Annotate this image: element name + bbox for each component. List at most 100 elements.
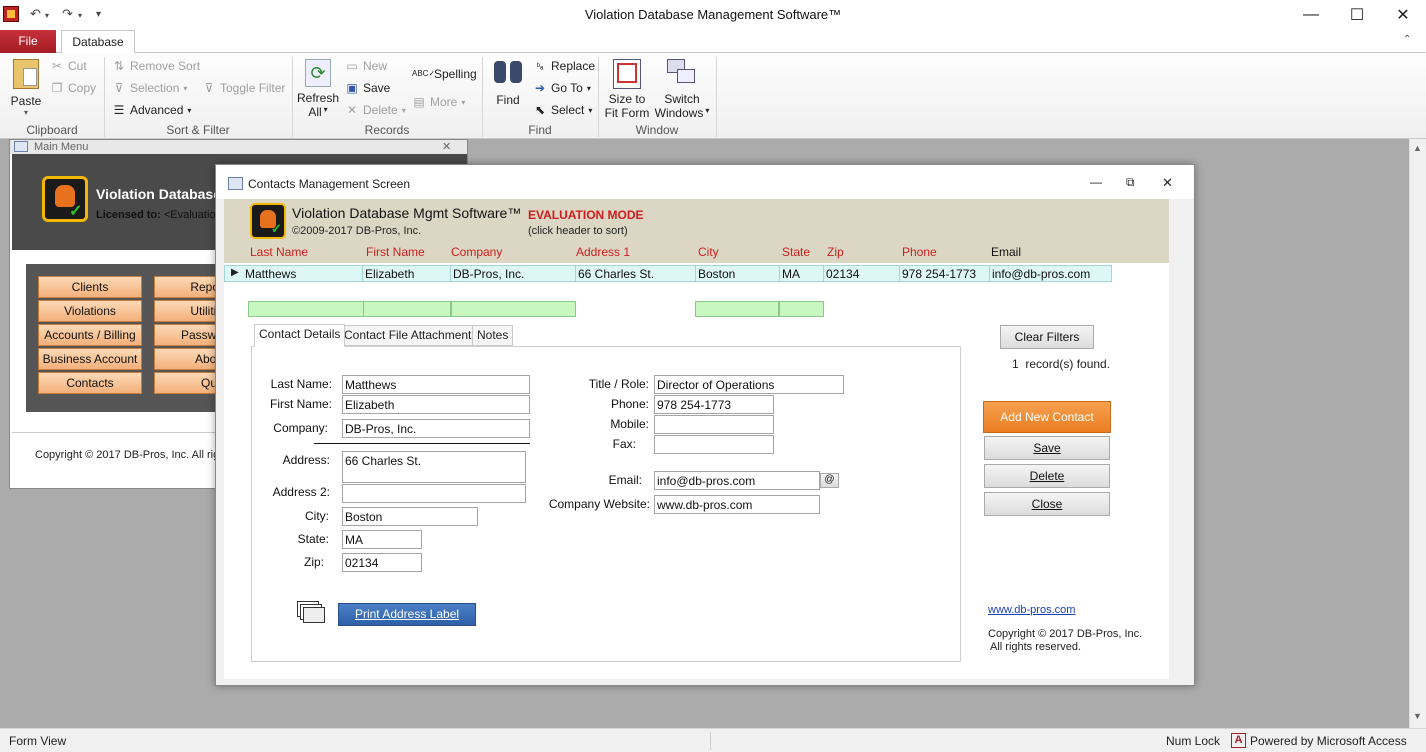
zip-field[interactable]: 02134 [342,553,422,572]
last-name-field[interactable]: Matthews [342,375,530,394]
more-button[interactable]: ▤ More ▾ [412,95,465,109]
group-label-window: Window [635,123,679,137]
minimize-icon[interactable]: — [1090,175,1102,189]
add-new-contact-button[interactable]: Add New Contact [983,401,1111,433]
close-icon[interactable]: ✕ [1162,175,1173,191]
contacts-titlebar: Contacts Management Screen — ⧉ ✕ [216,165,1194,199]
violations-button[interactable]: Violations [38,300,142,322]
record-count-line: 1 record(s) found. [1012,357,1110,371]
clients-button[interactable]: Clients [38,276,142,298]
col-header-company[interactable]: Company [451,245,502,259]
company-website-field[interactable]: www.db-pros.com [654,495,820,514]
size-to-fit-form-button[interactable]: Size to Fit Form [603,57,651,120]
address-field[interactable]: 66 Charles St. [342,451,526,483]
record-count: 1 [1012,357,1019,371]
tab-contact-details[interactable]: Contact Details [254,324,346,347]
goto-button[interactable]: ➔ Go To ▾ [533,81,591,95]
paste-icon [13,59,39,89]
window-title: Violation Database Management Software™ [584,7,842,22]
ribbon-collapse-icon[interactable]: ⌃ [1403,34,1411,45]
evaluation-mode-badge: EVALUATION MODE [528,208,644,222]
switch-windows-button[interactable]: Switch Windows ▾ [654,57,710,120]
company-field[interactable]: DB-Pros, Inc. [342,419,530,438]
filter-first-name[interactable] [363,301,451,317]
maximize-button[interactable]: ☐ [1334,0,1380,30]
filter-state[interactable] [779,301,824,317]
fax-field[interactable] [654,435,774,454]
find-button[interactable]: Find [490,57,526,117]
website-link[interactable]: www.db-pros.com [988,604,1075,616]
contacts-button[interactable]: Contacts [38,372,142,394]
delete-record-button[interactable]: ✕ Delete ▾ [345,103,406,117]
cell-phone[interactable]: 978 254-1773 [900,266,990,282]
minimize-button[interactable]: — [1288,0,1334,30]
accounts-billing-button[interactable]: Accounts / Billing [38,324,142,346]
delete-x-icon: ✕ [346,103,358,117]
tab-database[interactable]: Database [61,30,135,54]
email-field[interactable]: info@db-pros.com [654,471,820,490]
cell-zip[interactable]: 02134 [824,266,900,282]
filter-city[interactable] [695,301,779,317]
paste-button[interactable]: Paste ▾ [6,57,46,119]
restore-icon[interactable]: ⧉ [1126,175,1135,190]
new-record-button[interactable]: ▭ New [345,59,387,73]
title-role-field[interactable]: Director of Operations [654,375,844,394]
cell-last-name[interactable]: Matthews [243,266,363,282]
cell-company[interactable]: DB-Pros, Inc. [451,266,576,282]
toggle-filter-button[interactable]: ⊽ Toggle Filter [202,81,286,95]
close-button[interactable]: Close [984,492,1110,516]
col-header-zip[interactable]: Zip [827,245,844,259]
arrow-right-icon: ➔ [534,81,546,95]
vertical-scrollbar[interactable]: ▲ ▼ [1409,139,1426,728]
first-name-field[interactable]: Elizabeth [342,395,530,414]
col-header-phone[interactable]: Phone [902,245,937,259]
refresh-all-button[interactable]: ⟳ Refresh All ▾ [296,57,340,119]
delete-button[interactable]: Delete [984,464,1110,488]
col-header-last-name[interactable]: Last Name [250,245,308,259]
address2-field[interactable] [342,484,526,503]
save-record-button[interactable]: ▣ Save [345,81,390,95]
select-button[interactable]: ⬉ Select ▾ [533,103,592,117]
phone-field[interactable]: 978 254-1773 [654,395,774,414]
tab-notes[interactable]: Notes [472,325,514,346]
city-field[interactable]: Boston [342,507,478,526]
cell-first-name[interactable]: Elizabeth [363,266,451,282]
main-menu-app-name: Violation Database [96,186,222,202]
cut-button[interactable]: ✂ Cut [50,59,87,73]
copy-button[interactable]: ❐ Copy [50,81,96,95]
col-header-city[interactable]: City [698,245,719,259]
cell-address1[interactable]: 66 Charles St. [576,266,696,282]
cell-city[interactable]: Boston [696,266,780,282]
business-account-button[interactable]: Business Account [38,348,142,370]
company-divider [314,443,530,444]
selection-button[interactable]: ⊽ Selection ▾ [112,81,188,95]
tab-file[interactable]: File [0,30,56,53]
scroll-up-icon[interactable]: ▲ [1413,143,1422,153]
mobile-field[interactable] [654,415,774,434]
send-email-button[interactable]: @ [820,473,839,488]
licensed-label: Licensed to: [96,209,161,221]
col-header-email[interactable]: Email [991,245,1021,259]
remove-sort-button[interactable]: ⇅ Remove Sort [112,59,200,73]
advanced-button[interactable]: ☰ Advanced ▾ [112,103,192,117]
col-header-address1[interactable]: Address 1 [576,245,630,259]
record-selector-icon[interactable]: ▶ [231,267,239,278]
replace-button[interactable]: ᵇₐ Replace [533,59,595,73]
save-button[interactable]: Save [984,436,1110,460]
tab-contact-file-attachments[interactable]: Contact File Attachments [339,325,483,346]
filter-company[interactable] [451,301,576,317]
cell-state[interactable]: MA [780,266,824,282]
scroll-down-icon[interactable]: ▼ [1413,711,1422,721]
close-window-button[interactable]: ✕ [1380,0,1426,30]
spelling-button[interactable]: ABC✓ Spelling [412,67,477,81]
chevron-down-icon: ▾ [183,83,188,93]
filter-last-name[interactable] [248,301,364,317]
cell-email[interactable]: info@db-pros.com [990,266,1110,282]
print-address-label-button[interactable]: Print Address Label [338,603,476,626]
col-header-first-name[interactable]: First Name [366,245,425,259]
clear-filters-button[interactable]: Clear Filters [1000,325,1094,349]
col-header-state[interactable]: State [782,245,810,259]
close-icon[interactable]: ✕ [442,140,451,154]
state-field[interactable]: MA [342,530,422,549]
address-label: Address: [282,453,330,467]
